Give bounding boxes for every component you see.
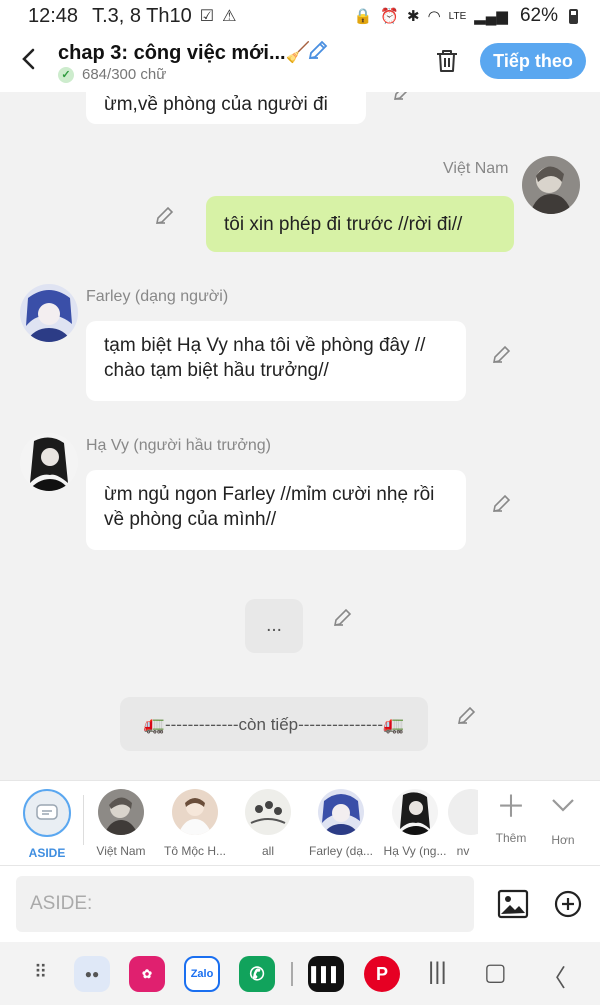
message-bubble[interactable]: tạm biệt Hạ Vy nha tôi về phòng đây // c… bbox=[86, 321, 466, 401]
home-icon[interactable]: ▢ bbox=[484, 958, 507, 987]
folder-app-icon[interactable]: ●● bbox=[74, 956, 110, 992]
character-selector: ASIDE Việt Nam Tô Mộc H... all Farley (d… bbox=[0, 780, 600, 866]
character-label: Tô Mộc H... bbox=[163, 844, 226, 858]
wifi-icon: ◠ bbox=[427, 8, 441, 25]
avatar bbox=[392, 789, 438, 835]
pinterest-app-icon[interactable]: P bbox=[364, 956, 400, 992]
alarm-icon: ⏰ bbox=[380, 8, 399, 25]
character-viet-nam[interactable]: Việt Nam bbox=[86, 789, 156, 858]
back-nav-icon[interactable]: 〈 bbox=[542, 958, 566, 993]
message-text: ừm,về phòng của người đi bbox=[104, 94, 328, 115]
trash-icon bbox=[437, 50, 457, 72]
character-label: nv bbox=[456, 844, 470, 858]
edit-title-button[interactable] bbox=[306, 38, 330, 67]
chapter-header: chap 3: công việc mới...🧹 ✓ 684/300 chữ … bbox=[0, 32, 600, 92]
pencil-icon[interactable] bbox=[456, 704, 478, 726]
avatar-ha-vy[interactable] bbox=[20, 433, 78, 491]
add-label: Thêm bbox=[495, 831, 527, 845]
image-icon bbox=[497, 889, 529, 919]
chat-area[interactable]: ừm,về phòng của người đi Việt Nam tôi xi… bbox=[0, 92, 600, 780]
pencil-icon[interactable] bbox=[332, 606, 354, 628]
character-to-moc[interactable]: Tô Mộc H... bbox=[160, 789, 230, 858]
back-button[interactable] bbox=[14, 44, 44, 74]
character-farley[interactable]: Farley (dạ... bbox=[306, 789, 376, 858]
lte-label: LTE bbox=[448, 10, 467, 22]
check-icon: ✓ bbox=[58, 66, 74, 83]
pencil-icon[interactable] bbox=[392, 92, 414, 102]
checkbox-notification-icon: ☑ bbox=[199, 8, 215, 25]
zalo-app-icon[interactable]: Zalo bbox=[184, 956, 220, 992]
message-bubble[interactable]: ừm,về phòng của người đi bbox=[86, 92, 366, 124]
chevron-left-icon bbox=[22, 48, 35, 70]
message-bubble-sent[interactable]: tôi xin phép đi trước //rời đi// bbox=[206, 196, 514, 252]
more-label: Hơn bbox=[551, 833, 575, 847]
battery-level: 62% bbox=[519, 5, 558, 26]
plus-circle-icon bbox=[554, 890, 582, 918]
message-text: tạm biệt Hạ Vy nha tôi về phòng đây // c… bbox=[104, 335, 426, 381]
message-text: ừm ngủ ngon Farley //mỉm cười nhẹ rồi về… bbox=[104, 484, 435, 530]
audio-app-icon[interactable]: ▌▌▌ bbox=[308, 956, 344, 992]
more-characters-button[interactable]: Hơn bbox=[538, 791, 588, 847]
recent-apps-icon[interactable]: ||| bbox=[428, 958, 447, 986]
character-label: ASIDE bbox=[28, 846, 66, 860]
app-drawer-icon[interactable]: ⠿ bbox=[34, 962, 47, 983]
warning-icon: ⚠ bbox=[222, 8, 237, 25]
message-text: tôi xin phép đi trước //rời đi// bbox=[224, 214, 463, 235]
character-all[interactable]: all bbox=[233, 789, 303, 858]
character-label: all bbox=[261, 844, 274, 858]
avatar bbox=[172, 789, 218, 835]
sender-name: Việt Nam bbox=[443, 160, 509, 177]
aside-bubble[interactable]: 🚛-------------còn tiếp---------------🚛 bbox=[120, 697, 428, 751]
sender-name: Hạ Vy (người hầu trưởng) bbox=[86, 437, 271, 454]
status-time: 12:48 bbox=[28, 4, 79, 27]
sender-name: Farley (dạng người) bbox=[86, 288, 229, 305]
character-aside[interactable]: ASIDE bbox=[12, 789, 82, 860]
phone-app-icon[interactable]: ✆ bbox=[239, 956, 275, 992]
bluetooth-icon: ✱ bbox=[406, 8, 420, 25]
next-button[interactable]: Tiếp theo bbox=[480, 43, 586, 79]
avatar bbox=[448, 789, 478, 835]
flower-app-icon[interactable]: ✿ bbox=[129, 956, 165, 992]
avatar-viet-nam[interactable] bbox=[522, 156, 580, 214]
nav-divider bbox=[291, 962, 293, 986]
character-label: Farley (dạ... bbox=[308, 844, 374, 858]
aside-chat-icon bbox=[36, 804, 58, 820]
chevron-down-icon bbox=[552, 799, 574, 812]
status-bar: 12:48 T.3, 8 Th10 ☑ ⚠ 🔒 ⏰ ✱ ◠ LTE ▂▄▆ 62… bbox=[0, 0, 600, 32]
pencil-icon[interactable] bbox=[491, 492, 513, 514]
divider bbox=[83, 795, 84, 845]
system-nav-bar: ⠿ ●● ✿ Zalo ✆ ▌▌▌ P ||| ▢ 〈 bbox=[0, 942, 600, 1005]
delete-button[interactable] bbox=[432, 46, 462, 76]
add-character-button[interactable]: ＋ Thêm bbox=[486, 791, 536, 845]
message-bubble[interactable]: ừm ngủ ngon Farley //mỉm cười nhẹ rồi về… bbox=[86, 470, 466, 550]
avatar bbox=[318, 789, 364, 835]
pencil-icon[interactable] bbox=[491, 343, 513, 365]
character-nv[interactable]: nv bbox=[448, 789, 478, 858]
message-text: ... bbox=[266, 615, 282, 636]
plus-icon: ＋ bbox=[496, 791, 526, 824]
message-text: 🚛-------------còn tiếp---------------🚛 bbox=[143, 715, 405, 734]
signal-icon: ▂▄▆ bbox=[474, 8, 508, 25]
message-input[interactable] bbox=[16, 876, 474, 932]
add-button[interactable] bbox=[553, 889, 583, 919]
character-label: Việt Nam bbox=[96, 844, 146, 858]
aside-bubble[interactable]: ... bbox=[245, 599, 303, 653]
pencil-icon bbox=[308, 40, 328, 60]
chapter-title[interactable]: chap 3: công việc mới...🧹 bbox=[58, 40, 311, 65]
avatar bbox=[245, 789, 291, 835]
avatar-farley[interactable] bbox=[20, 284, 78, 342]
avatar bbox=[98, 789, 144, 835]
word-count: 684/300 chữ bbox=[82, 66, 167, 83]
status-date: T.3, 8 Th10 bbox=[92, 4, 192, 27]
pencil-icon[interactable] bbox=[154, 204, 176, 226]
character-label: Hạ Vy (ng... bbox=[383, 844, 447, 858]
lock-icon: 🔒 bbox=[353, 8, 373, 25]
composer bbox=[0, 866, 600, 942]
character-ha-vy[interactable]: Hạ Vy (ng... bbox=[380, 789, 450, 858]
battery-icon bbox=[569, 8, 578, 24]
insert-image-button[interactable] bbox=[497, 888, 529, 920]
